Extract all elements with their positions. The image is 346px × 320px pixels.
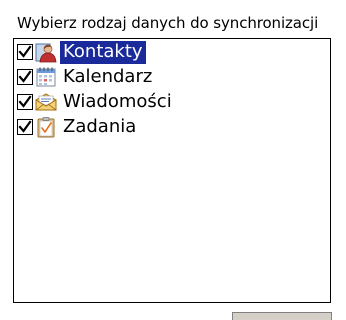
- contacts-label: Kontakty: [60, 40, 146, 64]
- calendar-icon: [36, 67, 56, 87]
- calendar-checkbox[interactable]: [17, 69, 33, 85]
- messages-checkbox[interactable]: [17, 94, 33, 110]
- contacts-checkbox[interactable]: [17, 44, 33, 60]
- contacts-icon: [35, 43, 57, 63]
- list-item-calendar[interactable]: Kalendarz: [17, 65, 155, 89]
- tasks-label: Zadania: [63, 115, 137, 137]
- tasks-checkbox[interactable]: [17, 119, 33, 135]
- list-item-messages[interactable]: Wiadomości: [17, 90, 175, 114]
- checkmark-icon: [18, 45, 32, 58]
- sync-heading: Wybierz rodzaj danych do synchronizacji: [17, 14, 319, 32]
- tasks-icon: [37, 117, 55, 138]
- list-item-tasks[interactable]: Zadania: [17, 115, 139, 139]
- checkmark-icon: [18, 95, 32, 108]
- messages-label: Wiadomości: [63, 90, 172, 112]
- list-item-contacts[interactable]: Kontakty: [17, 40, 146, 64]
- messages-icon: [35, 93, 57, 111]
- calendar-label: Kalendarz: [63, 65, 153, 87]
- bottom-button[interactable]: [232, 312, 332, 320]
- sync-data-list[interactable]: Kontakty Kalendarz Wiadomości Zadania: [13, 38, 331, 303]
- checkmark-icon: [18, 70, 32, 83]
- sync-settings-page: Wybierz rodzaj danych do synchronizacji …: [0, 0, 346, 320]
- checkmark-icon: [18, 120, 32, 133]
